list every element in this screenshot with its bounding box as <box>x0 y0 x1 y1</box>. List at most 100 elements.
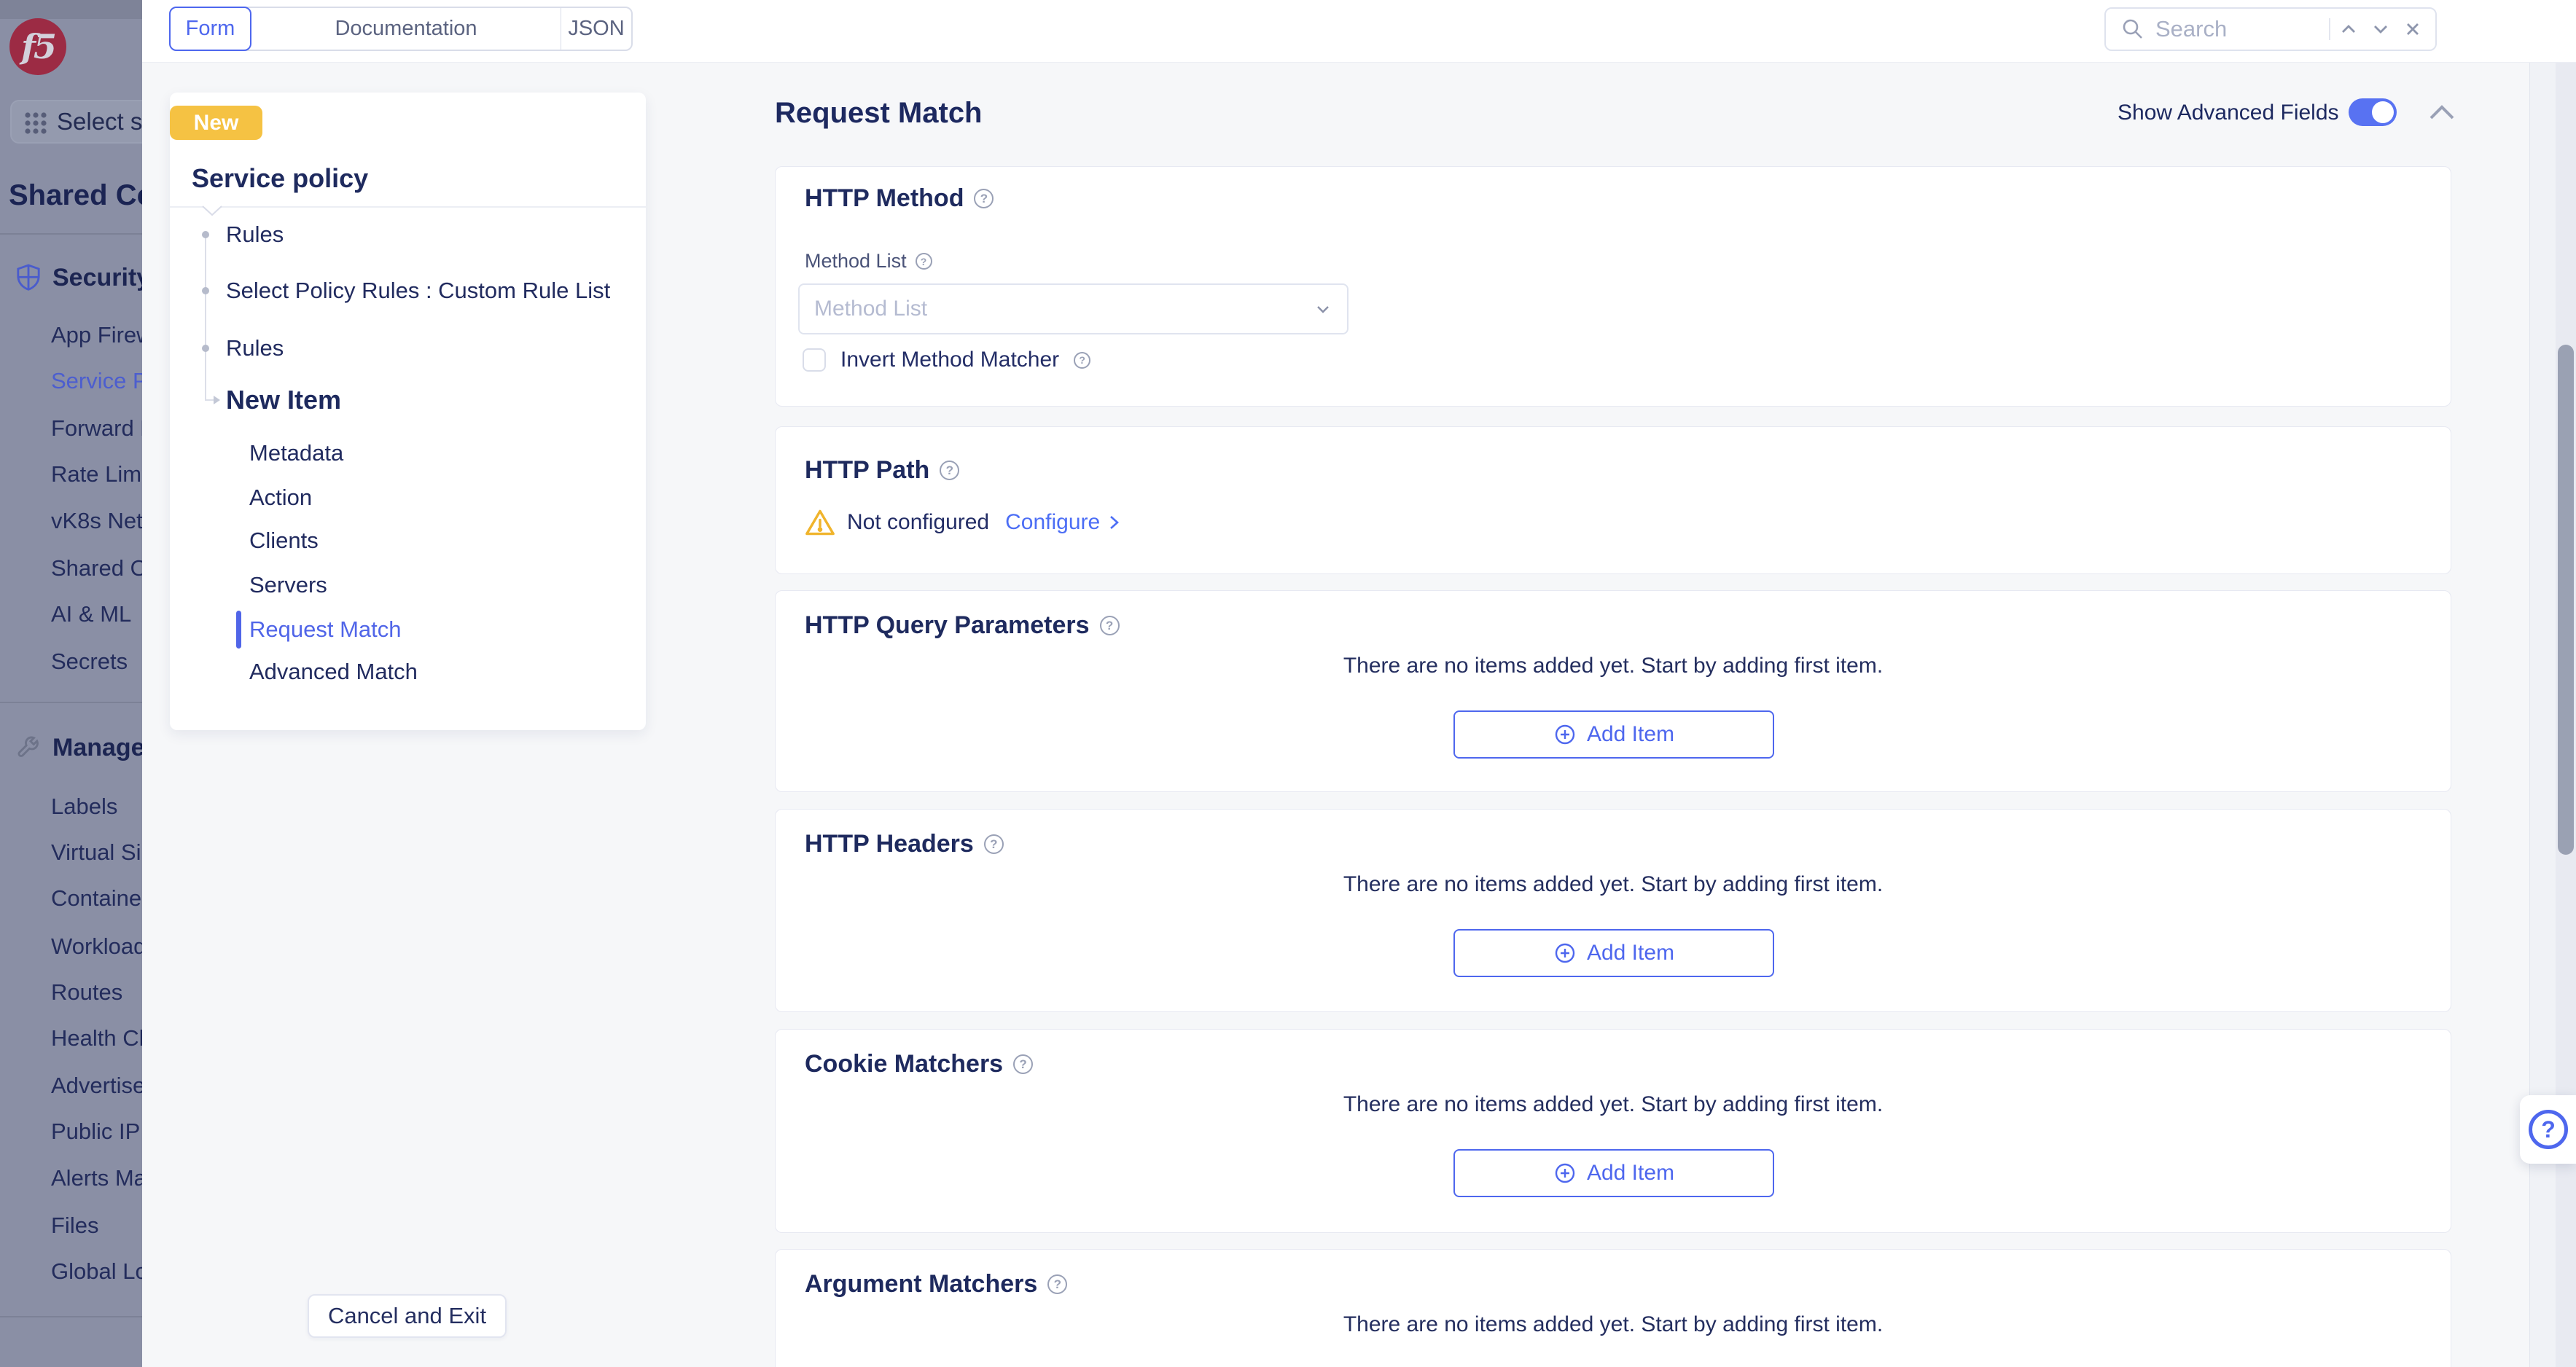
close-icon[interactable] <box>2400 17 2425 42</box>
sidebar-item-labels[interactable]: Labels <box>51 794 117 820</box>
tab-documentation[interactable]: Documentation <box>251 8 561 50</box>
http-method-title-text: HTTP Method <box>805 184 964 213</box>
sidebar-item-files[interactable]: Files <box>51 1213 98 1239</box>
invert-method-matcher-label: Invert Method Matcher <box>840 348 1059 372</box>
page-title: Request Match <box>775 97 983 130</box>
sidebar-item-service-policies[interactable]: Service P <box>51 368 142 394</box>
http-query-parameters-card: HTTP Query Parameters ? There are no ite… <box>775 590 2451 792</box>
sidebar-item-app-firewall[interactable]: App Firew <box>51 322 142 348</box>
wizard-substep-action[interactable]: Action <box>249 485 312 510</box>
wizard-step-rules-2[interactable]: Rules <box>226 336 284 361</box>
empty-state-text: There are no items added yet. Start by a… <box>776 1092 2451 1117</box>
sidebar-item-alerts[interactable]: Alerts Ma <box>51 1165 142 1191</box>
workspace-title: Shared Co <box>9 179 142 212</box>
cancel-and-exit-button[interactable]: Cancel and Exit <box>308 1294 507 1338</box>
wizard-substep-metadata[interactable]: Metadata <box>249 441 343 466</box>
help-icon[interactable]: ? <box>1013 1054 1033 1074</box>
sidebar-section-security[interactable]: Security <box>52 263 142 292</box>
configure-link[interactable]: Configure <box>1005 510 1122 535</box>
sidebar-item-secrets[interactable]: Secrets <box>51 649 128 675</box>
method-list-label-text: Method List <box>805 250 907 273</box>
wizard-substep-clients[interactable]: Clients <box>249 528 319 553</box>
wizard-tree-corner <box>205 399 214 401</box>
invert-method-matcher-checkbox[interactable] <box>803 348 826 372</box>
http-headers-title-text: HTTP Headers <box>805 830 974 858</box>
http-path-card: HTTP Path ? Not configured Configure <box>775 426 2451 574</box>
wizard-substep-advanced-match[interactable]: Advanced Match <box>249 659 418 684</box>
help-icon[interactable]: ? <box>916 253 932 270</box>
sidebar-item-forward-proxy[interactable]: Forward P <box>51 415 142 442</box>
console-sidebar-dimmed: f5 Select se Shared Co Security App Fire… <box>0 0 142 1367</box>
scrollbar-track[interactable] <box>2556 63 2576 1367</box>
http-headers-card: HTTP Headers ? There are no items added … <box>775 809 2451 1012</box>
tab-json[interactable]: JSON <box>561 8 631 50</box>
search-icon <box>2120 17 2145 42</box>
add-item-button[interactable]: Add Item <box>1453 1149 1774 1197</box>
help-icon[interactable]: ? <box>984 834 1004 854</box>
wizard-divider <box>170 206 646 208</box>
help-icon[interactable]: ? <box>974 189 994 208</box>
wizard-substep-request-match[interactable]: Request Match <box>249 617 402 642</box>
sidebar-item-shared-objects[interactable]: Shared O <box>51 555 142 581</box>
http-headers-title: HTTP Headers ? <box>805 830 1004 858</box>
advanced-fields-toggle[interactable] <box>2349 98 2397 126</box>
http-query-parameters-title: HTTP Query Parameters ? <box>805 611 1120 640</box>
sidebar-item-workloads[interactable]: Workload <box>51 933 142 960</box>
divider-notch-icon <box>202 205 222 216</box>
help-icon[interactable]: ? <box>1074 352 1090 369</box>
http-method-card: HTTP Method ? Method List ? Method List … <box>775 166 2451 407</box>
scrollbar-thumb[interactable] <box>2558 345 2574 855</box>
sidebar-item-global-log[interactable]: Global Lo <box>51 1258 142 1285</box>
chevron-right-icon <box>1106 512 1122 533</box>
wizard-step-new-item[interactable]: New Item <box>226 385 341 415</box>
chevron-up-icon[interactable] <box>2336 17 2361 42</box>
help-icon[interactable]: ? <box>1100 616 1120 635</box>
sidebar-item-virtual-sites[interactable]: Virtual Si <box>51 839 141 866</box>
chevron-down-icon[interactable] <box>2368 17 2393 42</box>
wizard-substep-servers[interactable]: Servers <box>249 573 327 598</box>
sidebar-item-public-ip[interactable]: Public IP <box>51 1119 140 1145</box>
method-list-placeholder: Method List <box>814 297 1312 321</box>
modal-header: Form Documentation JSON Search <box>142 0 2576 63</box>
active-substep-indicator <box>236 611 241 649</box>
cookie-matchers-title: Cookie Matchers ? <box>805 1050 1033 1078</box>
chevron-down-icon <box>1312 298 1334 320</box>
sidebar-item-vk8s-network[interactable]: vK8s Net <box>51 508 142 534</box>
wizard-title: Service policy <box>192 163 368 194</box>
search-input[interactable]: Search <box>2104 7 2437 51</box>
wizard-step-rules-1[interactable]: Rules <box>226 222 284 247</box>
help-button[interactable]: ? <box>2520 1095 2576 1164</box>
sidebar-item-routes[interactable]: Routes <box>51 979 122 1006</box>
sidebar-item-rate-limiter[interactable]: Rate Limi <box>51 461 142 487</box>
service-policy-modal: Form Documentation JSON Search New Servi… <box>142 0 2576 1367</box>
warning-icon <box>805 509 835 536</box>
argument-matchers-title-text: Argument Matchers <box>805 1270 1037 1299</box>
sidebar-section-manage[interactable]: Manage <box>52 733 142 762</box>
method-list-select[interactable]: Method List <box>798 283 1349 334</box>
tab-form[interactable]: Form <box>169 7 251 51</box>
wizard-step-select-policy-rules[interactable]: Select Policy Rules : Custom Rule List <box>226 278 610 303</box>
configure-link-text: Configure <box>1005 510 1100 535</box>
sidebar-item-advertise[interactable]: Advertise <box>51 1073 142 1099</box>
sidebar-item-containers[interactable]: Containe <box>51 885 141 912</box>
wizard-tree-line <box>205 235 206 401</box>
select-service-button[interactable]: Select se <box>10 100 142 144</box>
console-topband <box>0 0 142 19</box>
toggle-knob <box>2372 101 2394 123</box>
help-icon[interactable]: ? <box>1047 1274 1067 1294</box>
plus-circle-icon <box>1553 941 1577 965</box>
add-item-button[interactable]: Add Item <box>1453 710 1774 759</box>
cookie-matchers-title-text: Cookie Matchers <box>805 1050 1003 1078</box>
plus-circle-icon <box>1553 723 1577 746</box>
http-query-parameters-title-text: HTTP Query Parameters <box>805 611 1090 640</box>
help-icon[interactable]: ? <box>940 461 959 480</box>
sidebar-divider <box>0 233 142 235</box>
sidebar-item-ai-ml[interactable]: AI & ML <box>51 601 131 627</box>
grid-dots-icon <box>23 111 48 136</box>
collapse-chevron-up-icon[interactable] <box>2427 103 2456 122</box>
f5-logo: f5 <box>9 18 66 75</box>
add-item-button[interactable]: Add Item <box>1453 929 1774 977</box>
sidebar-item-health-checks[interactable]: Health Ch <box>51 1025 142 1051</box>
sidebar-divider <box>0 702 142 703</box>
empty-state-text: There are no items added yet. Start by a… <box>776 654 2451 678</box>
